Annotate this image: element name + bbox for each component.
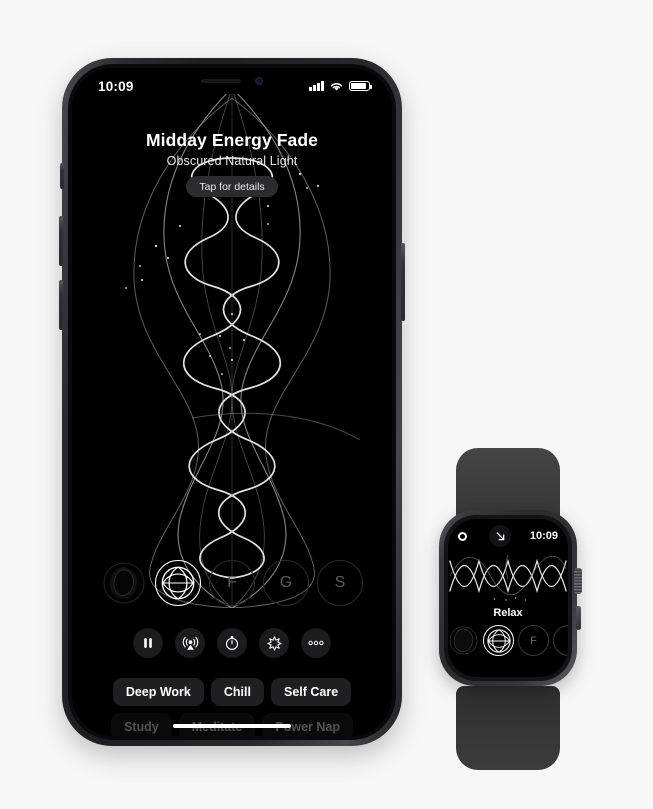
mode-label: S — [334, 574, 346, 591]
tap-for-details-button[interactable]: Tap for details — [186, 176, 278, 197]
mute-switch[interactable] — [60, 163, 64, 189]
chip-chill[interactable]: Chill — [210, 678, 264, 706]
phone-bezel: 10:09 Midday Energy Fade Obscured Natura… — [68, 64, 396, 740]
volume-up-button[interactable] — [59, 216, 63, 266]
mode-focus[interactable]: F — [209, 560, 255, 606]
watch-mode-selector[interactable]: F — [448, 625, 568, 656]
page-subtitle: Obscured Natural Light — [166, 154, 298, 168]
timer-icon — [225, 636, 239, 650]
mode-label: F — [227, 574, 237, 591]
more-button[interactable] — [301, 628, 331, 658]
watch-bezel: 10:09 Relax F — [444, 515, 572, 681]
watch-status-bar: 10:09 — [448, 525, 568, 547]
mode-selector[interactable]: F G S — [72, 560, 392, 606]
mode-guided[interactable]: G — [263, 560, 309, 606]
watch-mode-label: Relax — [493, 607, 523, 619]
pause-button[interactable] — [133, 628, 163, 658]
sparkle-icon — [266, 635, 282, 651]
intensity-button[interactable] — [259, 628, 289, 658]
airplay-icon — [182, 636, 198, 650]
digital-crown[interactable] — [574, 568, 582, 594]
chip-self-care[interactable]: Self Care — [270, 678, 352, 706]
endel-logo-icon — [486, 628, 511, 653]
blob-icon — [103, 562, 145, 604]
phone-screen[interactable]: 10:09 Midday Energy Fade Obscured Natura… — [72, 68, 392, 736]
iphone-device: 10:09 Midday Energy Fade Obscured Natura… — [59, 58, 405, 746]
watch-mode-label-f: F — [530, 634, 537, 647]
soundscape-header: Midday Energy Fade Obscured Natural Ligh… — [72, 130, 392, 197]
watch-mode-focus[interactable]: F — [518, 625, 549, 656]
watch-time: 10:09 — [529, 530, 558, 542]
volume-down-button[interactable] — [59, 280, 63, 330]
home-indicator[interactable] — [173, 723, 291, 728]
watch-wave-visualization — [448, 549, 568, 603]
chips-row-primary: Deep Work Chill Self Care — [72, 678, 392, 706]
mode-blob[interactable] — [101, 560, 147, 606]
chip-study[interactable]: Study — [110, 713, 172, 736]
airplay-button[interactable] — [175, 628, 205, 658]
watch-band-bottom — [456, 686, 560, 770]
watch-mode-active-endel[interactable] — [483, 625, 514, 656]
wifi-icon — [330, 82, 343, 91]
arrow-down-right-icon[interactable] — [489, 525, 512, 547]
status-time: 10:09 — [98, 78, 134, 94]
watch-mode-partial[interactable] — [553, 625, 568, 656]
watch-screen[interactable]: 10:09 Relax F — [448, 519, 568, 677]
watch-side-button[interactable] — [575, 606, 581, 630]
mode-active-endel[interactable] — [155, 560, 201, 606]
endel-logo-icon — [161, 566, 195, 600]
arrow-glyph — [496, 531, 505, 540]
ellipsis-icon — [308, 640, 324, 646]
blob-icon — [449, 626, 478, 655]
activity-ring-icon — [458, 531, 467, 541]
mode-label: G — [279, 574, 293, 591]
status-indicators — [309, 80, 373, 92]
watch-mode-blob[interactable] — [448, 625, 479, 656]
power-button[interactable] — [401, 243, 405, 321]
apple-watch-device: 10:09 Relax F — [428, 448, 588, 770]
scene: 10:09 Midday Energy Fade Obscured Natura… — [0, 0, 653, 809]
mode-sleep[interactable]: S — [317, 560, 363, 606]
battery-icon — [349, 80, 373, 92]
playback-controls[interactable] — [72, 628, 392, 658]
timer-button[interactable] — [217, 628, 247, 658]
watch-case: 10:09 Relax F — [439, 510, 582, 686]
chip-deep-work[interactable]: Deep Work — [112, 678, 204, 706]
page-title: Midday Energy Fade — [146, 130, 318, 150]
status-bar: 10:09 — [72, 68, 392, 98]
cellular-bars-icon — [309, 81, 324, 91]
pause-icon — [144, 638, 152, 648]
